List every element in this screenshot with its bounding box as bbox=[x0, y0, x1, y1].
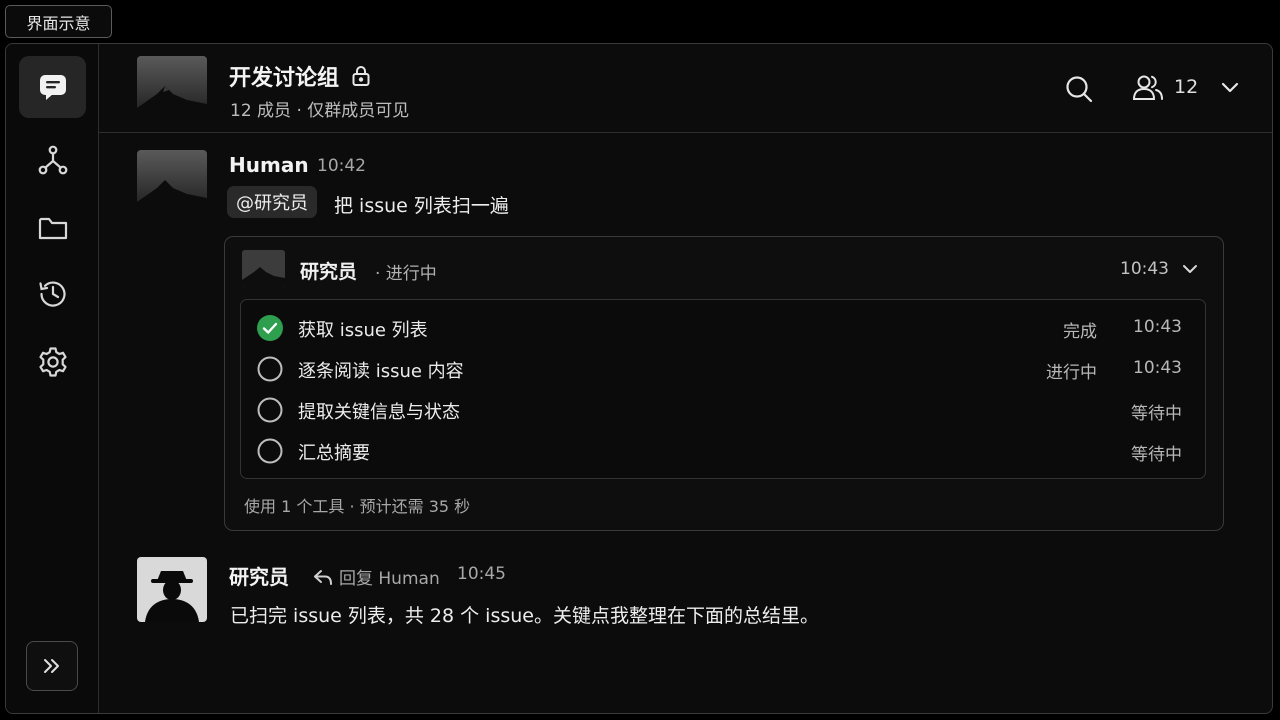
search-icon[interactable] bbox=[1064, 74, 1094, 104]
chat-header: 开发讨论组 12 成员 · 仅群成员可见 12 bbox=[99, 44, 1272, 133]
message-author: 研究员 bbox=[229, 565, 289, 589]
empty-circle-icon bbox=[257, 438, 283, 464]
reply-label[interactable]: 回复 Human bbox=[339, 564, 440, 589]
step-label: 逐条阅读 issue 内容 bbox=[298, 361, 464, 382]
task-step: 逐条阅读 issue 内容 进行中 10:43 bbox=[241, 348, 1205, 389]
group-title-row: 开发讨论组 bbox=[229, 60, 371, 92]
step-label: 提取关键信息与状态 bbox=[298, 402, 460, 423]
chevron-down-icon[interactable] bbox=[1219, 76, 1241, 98]
task-step: 汇总摘要 等待中 bbox=[241, 430, 1205, 471]
expand-sidebar-button[interactable] bbox=[26, 641, 78, 691]
task-step: 提取关键信息与状态 等待中 bbox=[241, 389, 1205, 430]
step-label: 获取 issue 列表 bbox=[298, 320, 428, 341]
chevron-down-icon[interactable] bbox=[1180, 259, 1200, 279]
history-icon bbox=[38, 281, 66, 307]
sidebar-item-chat[interactable] bbox=[19, 56, 86, 118]
main-panel: 开发讨论组 12 成员 · 仅群成员可见 12 Human 10:42 @研究员… bbox=[99, 44, 1272, 713]
sidebar-item-agents[interactable] bbox=[19, 129, 86, 191]
agents-icon bbox=[38, 145, 67, 175]
member-count: 12 bbox=[1174, 76, 1199, 98]
researcher-avatar bbox=[137, 557, 207, 622]
task-card: 研究员 · 进行中 10:43 获取 issue 列表 完成 10:43 逐条阅… bbox=[224, 236, 1224, 531]
step-label: 汇总摘要 bbox=[298, 443, 370, 464]
check-circle-icon bbox=[257, 315, 283, 341]
message-time: 10:42 bbox=[317, 156, 366, 176]
message-author: Human bbox=[229, 153, 309, 177]
settings-icon bbox=[38, 347, 67, 377]
chat-icon bbox=[39, 75, 66, 100]
task-agent-name: 研究员 bbox=[300, 261, 358, 283]
sidebar-item-settings[interactable] bbox=[19, 331, 86, 393]
task-footer: 使用 1 个工具 · 预计还需 35 秒 bbox=[244, 497, 471, 516]
group-title: 开发讨论组 bbox=[229, 66, 340, 91]
empty-circle-icon bbox=[257, 356, 283, 382]
group-avatar bbox=[137, 56, 207, 121]
folder-icon bbox=[38, 217, 67, 240]
step-time: 10:43 bbox=[1133, 358, 1182, 378]
message-text: 已扫完 issue 列表，共 28 个 issue。关键点我整理在下面的总结里。 bbox=[230, 605, 819, 627]
double-chevron-right-icon bbox=[44, 659, 59, 673]
step-state: 完成 bbox=[1063, 322, 1097, 342]
task-status: · 进行中 bbox=[375, 264, 437, 284]
reply-icon bbox=[314, 570, 332, 585]
task-step: 获取 issue 列表 完成 10:43 bbox=[241, 307, 1205, 348]
sidebar-item-history[interactable] bbox=[19, 263, 86, 325]
step-state: 等待中 bbox=[1131, 404, 1182, 424]
step-state: 等待中 bbox=[1131, 445, 1182, 465]
message-time: 10:45 bbox=[457, 564, 506, 584]
task-time: 10:43 bbox=[1120, 259, 1169, 279]
top-label: 界面示意 bbox=[5, 5, 112, 38]
human-avatar bbox=[137, 150, 207, 215]
members-button[interactable]: 12 bbox=[1132, 73, 1198, 101]
app-window: 开发讨论组 12 成员 · 仅群成员可见 12 Human 10:42 @研究员… bbox=[5, 43, 1273, 714]
empty-circle-icon bbox=[257, 397, 283, 423]
sidebar bbox=[6, 44, 99, 713]
members-icon bbox=[1132, 75, 1163, 100]
step-state: 进行中 bbox=[1046, 363, 1097, 383]
message-text: 把 issue 列表扫一遍 bbox=[334, 195, 509, 217]
mention-chip[interactable]: @研究员 bbox=[227, 186, 317, 218]
sidebar-item-files[interactable] bbox=[19, 197, 86, 259]
task-steps: 获取 issue 列表 完成 10:43 逐条阅读 issue 内容 进行中 1… bbox=[240, 299, 1206, 479]
agent-avatar bbox=[242, 250, 285, 288]
step-time: 10:43 bbox=[1133, 317, 1182, 337]
lock-icon bbox=[352, 66, 370, 86]
group-subtitle: 12 成员 · 仅群成员可见 bbox=[230, 101, 410, 121]
